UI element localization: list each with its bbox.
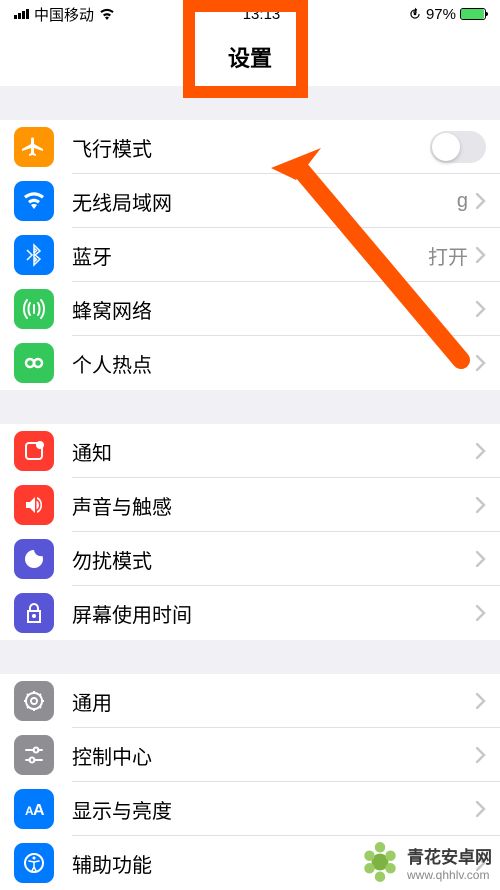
notifications-icon <box>14 431 54 471</box>
watermark-name: 青花安卓网 <box>407 843 492 868</box>
row-label: 声音与触感 <box>72 491 476 520</box>
row-airplane[interactable]: 飞行模式 <box>0 120 500 174</box>
settings-section-1: 飞行模式 无线局域网 g 蓝牙 打开 蜂窝网络 个人热点 <box>0 120 500 390</box>
row-label: 勿扰模式 <box>72 545 476 574</box>
chevron-right-icon <box>476 551 486 567</box>
carrier-label: 中国移动 <box>34 4 94 25</box>
row-notifications[interactable]: 通知 <box>0 424 500 478</box>
watermark-logo-icon <box>359 841 401 883</box>
bluetooth-icon <box>14 235 54 275</box>
rotation-lock-icon <box>408 7 422 21</box>
chevron-right-icon <box>476 605 486 621</box>
chevron-right-icon <box>476 693 486 709</box>
row-label: 通知 <box>72 437 476 466</box>
display-icon: AA <box>14 789 54 829</box>
watermark: 青花安卓网 www.qhhlv.com <box>359 841 492 883</box>
battery-icon <box>460 8 486 20</box>
row-label: 显示与亮度 <box>72 795 476 824</box>
row-control[interactable]: 控制中心 <box>0 728 500 782</box>
battery-percent: 97% <box>426 6 456 23</box>
row-bluetooth[interactable]: 蓝牙 打开 <box>0 228 500 282</box>
row-label: 蓝牙 <box>72 241 428 270</box>
row-label: 飞行模式 <box>72 133 430 162</box>
row-dnd[interactable]: 勿扰模式 <box>0 532 500 586</box>
wifi-settings-icon <box>14 181 54 221</box>
row-label: 控制中心 <box>72 741 476 770</box>
row-wifi[interactable]: 无线局域网 g <box>0 174 500 228</box>
row-screentime[interactable]: 屏幕使用时间 <box>0 586 500 640</box>
general-icon <box>14 681 54 721</box>
svg-text:A: A <box>33 802 45 819</box>
row-label: 通用 <box>72 687 476 716</box>
clock: 13:13 <box>243 6 281 23</box>
hotspot-icon <box>14 343 54 383</box>
row-sounds[interactable]: 声音与触感 <box>0 478 500 532</box>
accessibility-icon <box>14 843 54 883</box>
row-label: 蜂窝网络 <box>72 295 476 324</box>
status-left: 中国移动 <box>14 4 115 25</box>
watermark-url: www.qhhlv.com <box>407 868 492 882</box>
page-title: 设置 <box>228 41 272 73</box>
status-right: 97% <box>408 6 486 23</box>
row-hotspot[interactable]: 个人热点 <box>0 336 500 390</box>
row-general[interactable]: 通用 <box>0 674 500 728</box>
status-bar: 中国移动 13:13 97% <box>0 0 500 28</box>
row-label: 个人热点 <box>72 349 476 378</box>
row-label: 屏幕使用时间 <box>72 599 476 628</box>
chevron-right-icon <box>476 247 486 263</box>
airplane-toggle[interactable] <box>430 131 486 163</box>
control-center-icon <box>14 735 54 775</box>
cellular-icon <box>14 289 54 329</box>
airplane-icon <box>14 127 54 167</box>
sounds-icon <box>14 485 54 525</box>
wifi-icon <box>99 8 115 20</box>
screentime-icon <box>14 593 54 633</box>
chevron-right-icon <box>476 801 486 817</box>
settings-section-2: 通知 声音与触感 勿扰模式 屏幕使用时间 <box>0 424 500 640</box>
row-cellular[interactable]: 蜂窝网络 <box>0 282 500 336</box>
signal-icon <box>14 9 29 19</box>
chevron-right-icon <box>476 497 486 513</box>
nav-bar: 设置 <box>0 28 500 86</box>
dnd-icon <box>14 539 54 579</box>
chevron-right-icon <box>476 193 486 209</box>
chevron-right-icon <box>476 301 486 317</box>
row-label: 无线局域网 <box>72 187 457 216</box>
row-display[interactable]: AA 显示与亮度 <box>0 782 500 836</box>
chevron-right-icon <box>476 355 486 371</box>
row-value: 打开 <box>428 241 468 270</box>
row-value: g <box>457 190 468 213</box>
chevron-right-icon <box>476 443 486 459</box>
chevron-right-icon <box>476 747 486 763</box>
